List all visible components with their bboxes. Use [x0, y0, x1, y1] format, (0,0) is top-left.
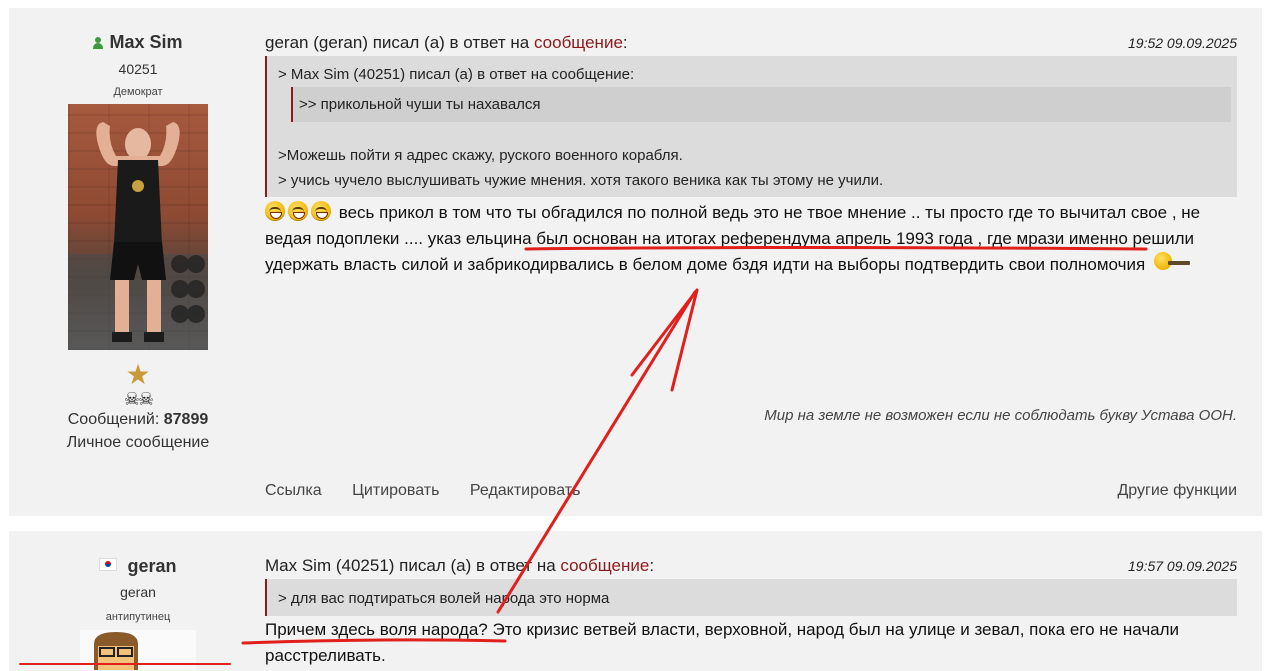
- author-rank: антипутинец: [105, 611, 171, 623]
- quote-block: > для вас подтираться волей народа это н…: [265, 579, 1237, 616]
- author-name-text[interactable]: Max Sim: [109, 32, 182, 52]
- reply-header-text: geran (geran) писал (а) в ответ на: [265, 33, 534, 52]
- gun-smiley-icon: [1153, 252, 1192, 272]
- laughing-smiley-icon: [265, 201, 285, 221]
- post-body-highlight: Причем здесь воля народа: [265, 620, 479, 639]
- forum-post: geran geran антипутинец Max Sim (40251) …: [9, 531, 1262, 671]
- reply-source-link[interactable]: сообщение: [534, 33, 623, 52]
- nested-quote-text: >> прикольной чуши ты нахавался: [299, 96, 541, 113]
- user-signature: Мир на земле не возможен если не соблюда…: [764, 407, 1237, 424]
- message-count-value: 87899: [163, 411, 209, 428]
- star-badge-icon: ★: [125, 359, 151, 390]
- reply-header-text: Max Sim (40251) писал (а) в ответ на: [265, 556, 561, 575]
- message-count-label: Сообщений:: [67, 411, 160, 428]
- reply-header: Max Sim (40251) писал (а) в ответ на соо…: [265, 556, 654, 576]
- post-timestamp: 19:57 09.09.2025: [1128, 558, 1237, 574]
- author-avatar[interactable]: [68, 104, 208, 350]
- author-name[interactable]: Max Sim: [9, 32, 267, 53]
- author-avatar[interactable]: [80, 630, 196, 670]
- forum-post: Max Sim 40251 Демократ ★ ☠☠ Сообщений: 8…: [9, 8, 1262, 516]
- reply-header-colon: :: [622, 33, 628, 52]
- reply-header: geran (geran) писал (а) в ответ на сообщ…: [265, 33, 628, 53]
- author-rank: Демократ: [113, 86, 163, 98]
- permalink-button[interactable]: Ссылка: [265, 482, 322, 499]
- laughing-smiley-icon: [311, 201, 331, 221]
- author-id: 40251: [118, 61, 158, 77]
- reply-source-link[interactable]: сообщение: [560, 556, 649, 575]
- author-id: geran: [120, 584, 156, 600]
- post-body: Причем здесь воля народа? Это кризис вет…: [265, 617, 1225, 669]
- post-body: весь прикол в том что ты обгадился по по…: [265, 200, 1225, 278]
- quote-button[interactable]: Цитировать: [352, 482, 439, 499]
- skull-badge-icon: ☠☠: [123, 389, 154, 409]
- quote-line: > Max Sim (40251) писал (а) в ответ на с…: [278, 66, 635, 83]
- quote-line: > для вас подтираться волей народа это н…: [278, 590, 610, 607]
- korea-flag-icon: [99, 558, 118, 571]
- post-timestamp: 19:52 09.09.2025: [1128, 35, 1237, 51]
- private-message-link[interactable]: Личное сообщение: [9, 434, 267, 452]
- reply-header-colon: :: [649, 556, 655, 575]
- author-name-text[interactable]: geran: [127, 556, 176, 576]
- laughing-smiley-icon: [288, 201, 308, 221]
- quote-line: > учись чучело выслушивать чужие мнения.…: [278, 172, 884, 189]
- online-status-icon: [93, 37, 104, 49]
- quote-block: > Max Sim (40251) писал (а) в ответ на с…: [265, 56, 1237, 197]
- quote-line: >Можешь пойти я адрес скажу, руского вое…: [278, 147, 683, 164]
- edit-button[interactable]: Редактировать: [470, 482, 581, 499]
- message-count: Сообщений: 87899: [9, 411, 267, 429]
- cartoon-avatar-icon: [94, 632, 138, 670]
- nested-quote: >> прикольной чуши ты нахавался: [291, 87, 1231, 122]
- more-functions-button[interactable]: Другие функции: [1117, 482, 1237, 500]
- author-name[interactable]: geran: [9, 556, 267, 577]
- post-actions: Ссылка Цитировать Редактировать Другие ф…: [265, 482, 1237, 500]
- post-body-highlight: указ ельцина был основан на итогах рефер…: [427, 229, 978, 248]
- avatar-figure: [68, 122, 208, 350]
